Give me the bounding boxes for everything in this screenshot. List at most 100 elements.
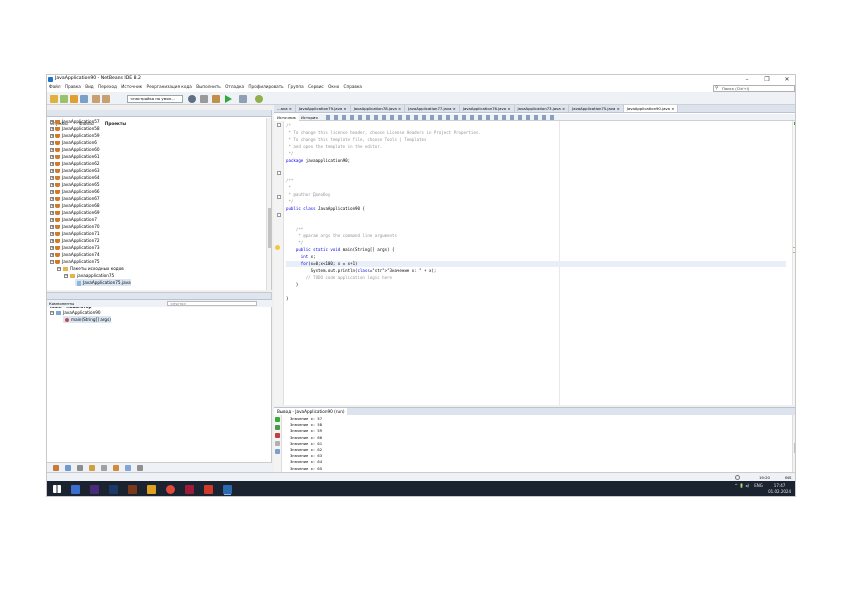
project-node[interactable]: − JavaApplication75 [50,258,100,265]
project-node[interactable]: + JavaApplication66 [50,188,100,195]
debug-project-icon[interactable] [239,95,247,103]
illustrator-icon[interactable] [128,485,137,494]
expand-icon[interactable]: + [50,197,54,201]
expand-icon[interactable]: + [50,211,54,215]
expand-icon[interactable]: + [50,134,54,138]
menu-profile[interactable]: Профилировать [248,84,283,90]
rerun-icon[interactable] [275,417,280,422]
tab-projects[interactable]: Проекты [101,120,130,127]
menu-tools[interactable]: Сервис [308,84,324,90]
tray-icons[interactable]: ^ 🔋 ◂) [734,483,748,488]
project-node[interactable]: + JavaApplication74 [50,251,100,258]
expand-icon[interactable]: + [50,141,54,145]
fold-icon[interactable] [277,195,281,199]
windows-start-icon[interactable] [53,485,61,493]
project-node[interactable]: + JavaApplication64 [50,174,100,181]
fold-icon[interactable] [277,171,281,175]
netbeans-taskbar-icon[interactable] [223,485,232,494]
project-node[interactable]: + JavaApplication61 [50,153,100,160]
clear-output-icon[interactable] [275,441,280,446]
new-project-icon[interactable] [50,95,58,103]
project-node[interactable]: + JavaApplication67 [50,195,100,202]
show-fqn-icon[interactable] [125,465,131,471]
code-editor[interactable]: /* * To change this license header, choo… [286,123,786,403]
rerun-params-icon[interactable] [275,425,280,430]
search-input[interactable]: ⚲ Поиск (Ctrl+I) [713,85,795,92]
file-tab[interactable]: JavaApplication75.java × [569,105,624,112]
source-packages-node[interactable]: − Пакеты исходных кодов [57,265,124,272]
expand-icon[interactable]: − [57,267,61,271]
fold-icon[interactable] [277,123,281,127]
save-all-icon[interactable] [80,95,88,103]
file-tab[interactable]: JavaApplication79.java × [296,105,351,112]
expand-icon[interactable]: + [50,169,54,173]
output-scroll-thumb[interactable] [794,443,795,453]
sort-icon[interactable] [53,465,59,471]
expand-icon[interactable]: + [50,127,54,131]
menu-debug[interactable]: Отладка [225,84,244,90]
notifications-icon[interactable] [735,475,740,480]
config-select[interactable]: <настройка по умол... [127,95,183,103]
package-node[interactable]: − javaapplication75 [64,272,114,279]
input-language[interactable]: ENG [754,483,763,488]
minimize-button[interactable]: – [737,75,757,84]
navigator-class-node[interactable]: − JavaApplication90 [50,309,101,316]
projects-scrollbar[interactable] [266,118,271,290]
filter-static-icon[interactable] [77,465,83,471]
expand-icon[interactable]: + [50,183,54,187]
expand-icon[interactable]: + [50,246,54,250]
build-hammer-icon[interactable] [200,95,208,103]
expand-icon[interactable]: + [50,148,54,152]
filter-fields-icon[interactable] [65,465,71,471]
file-tab[interactable]: ...ava × [274,105,296,112]
project-node[interactable]: + JavaApplication63 [50,167,100,174]
tab-output[interactable]: Вывод - JavaApplication90 (run) [274,408,348,415]
menu-navigate[interactable]: Переход [98,84,117,90]
java-file-node[interactable]: JavaApplication75.java [75,279,131,286]
project-node[interactable]: + JavaApplication59 [50,132,100,139]
project-node[interactable]: + JavaApplication60 [50,146,100,153]
navigator-method-node[interactable]: main(String[] args) [63,316,111,323]
chrome-icon[interactable] [166,485,175,494]
clock-date[interactable]: 01.02.2024 [768,489,791,495]
tab-source[interactable]: Источник [274,114,299,121]
close-tab-icon[interactable]: × [343,106,346,111]
expand-icon[interactable]: + [50,239,54,243]
sort-alpha-icon[interactable] [137,465,143,471]
menu-source[interactable]: Источник [121,84,142,90]
menu-view[interactable]: Вид [85,84,94,90]
run-project-icon[interactable] [225,95,232,103]
menu-team[interactable]: Группа [288,84,304,90]
indesign-icon[interactable] [185,485,194,494]
editor-action-icons[interactable] [326,115,556,120]
explorer-icon[interactable] [147,485,156,494]
expand-icon[interactable]: + [50,190,54,194]
file-tab[interactable]: JavaApplication73.java × [515,105,570,112]
expand-icon[interactable]: − [50,260,54,264]
menu-run[interactable]: Выполнить [196,84,221,90]
config-gear-icon[interactable] [188,95,196,103]
redo-icon[interactable] [102,95,110,103]
new-file-icon[interactable] [60,95,68,103]
navigator-filter-select[interactable]: <пусто> [167,301,257,306]
file-tab[interactable]: JavaApplication78.java × [351,105,406,112]
project-node[interactable]: + JavaApplication6 [50,139,97,146]
project-node[interactable]: + JavaApplication71 [50,230,100,237]
file-tab[interactable]: JavaApplication77.java × [405,105,460,112]
project-node[interactable]: + JavaApplication70 [50,223,100,230]
menu-edit[interactable]: Правка [65,84,81,90]
expand-icon[interactable]: − [64,274,68,278]
maximize-button[interactable]: ❐ [757,75,777,84]
expand-icon[interactable]: + [50,225,54,229]
powerpoint-icon[interactable] [204,485,213,494]
close-tab-icon[interactable]: × [617,106,620,111]
filter-inherited-icon[interactable] [101,465,107,471]
projects-scroll-thumb[interactable] [268,208,271,248]
expand-icon[interactable]: + [50,204,54,208]
file-tab[interactable]: JavaApplication76.java × [460,105,515,112]
expand-icon[interactable]: + [50,218,54,222]
close-tab-icon[interactable]: × [507,106,510,111]
project-node[interactable]: + JavaApplication65 [50,181,100,188]
output-settings-icon[interactable] [275,449,280,454]
filter-inner-icon[interactable] [113,465,119,471]
